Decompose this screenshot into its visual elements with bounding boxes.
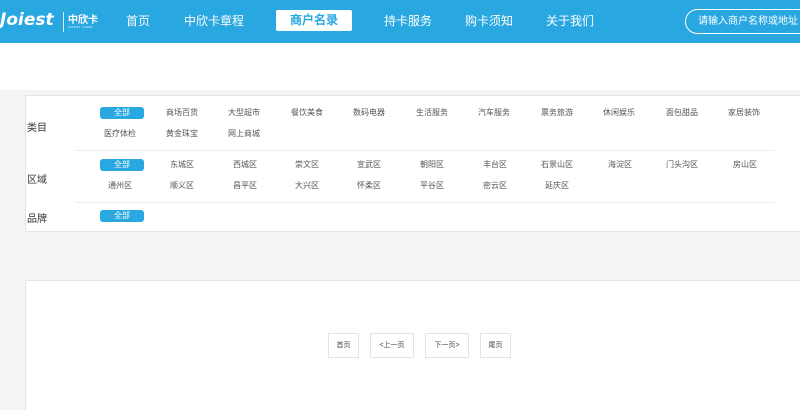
category-option[interactable]: 餐饮美食: [291, 107, 323, 119]
nav-purchase-notice[interactable]: 购卡须知: [465, 0, 513, 43]
logo-wordmark: Joiest: [0, 10, 54, 30]
district-option[interactable]: 平谷区: [420, 180, 444, 192]
category-option[interactable]: 面包甜品: [666, 107, 698, 119]
nav-home[interactable]: 首页: [126, 0, 150, 43]
district-option[interactable]: 崇文区: [295, 159, 319, 171]
category-option[interactable]: 汽车服务: [478, 107, 510, 119]
logo-english-name: JOIEST CARD: [68, 25, 93, 29]
district-option[interactable]: 通州区: [108, 180, 132, 192]
category-option-all[interactable]: 全部: [100, 107, 144, 119]
logo-chinese-name: 中欣卡: [68, 15, 98, 26]
district-option[interactable]: 大兴区: [295, 180, 319, 192]
category-option[interactable]: 家居装饰: [728, 107, 760, 119]
pagination-last-button[interactable]: 尾页: [480, 333, 511, 358]
category-label: 类目: [27, 123, 47, 134]
district-option[interactable]: 西城区: [233, 159, 257, 171]
logo-divider: [63, 12, 64, 32]
brand-option-all[interactable]: 全部: [100, 210, 144, 222]
district-label: 区域: [27, 175, 47, 186]
district-option[interactable]: 门头沟区: [666, 159, 698, 171]
pagination-prev-button[interactable]: <上一页: [370, 333, 414, 358]
district-option[interactable]: 顺义区: [170, 180, 194, 192]
pagination-next-button[interactable]: 下一页>: [425, 333, 469, 358]
district-option[interactable]: 宣武区: [357, 159, 381, 171]
category-option[interactable]: 票务旅游: [541, 107, 573, 119]
category-option[interactable]: 数码电器: [353, 107, 385, 119]
district-option[interactable]: 密云区: [483, 180, 507, 192]
nav-merchant-directory[interactable]: 商户名录: [276, 10, 353, 31]
district-option[interactable]: 昌平区: [233, 180, 257, 192]
row-divider: [75, 150, 775, 151]
district-option[interactable]: 东城区: [170, 159, 194, 171]
row-divider: [75, 202, 775, 203]
category-option[interactable]: 黄金珠宝: [166, 128, 198, 140]
category-option[interactable]: 大型超市: [228, 107, 260, 119]
brand-label: 品牌: [27, 214, 47, 225]
district-option[interactable]: 丰台区: [483, 159, 507, 171]
nav-card-charter[interactable]: 中欣卡章程: [184, 0, 244, 43]
nav-cardholder-service[interactable]: 持卡服务: [384, 0, 432, 43]
district-option-all[interactable]: 全部: [100, 159, 144, 171]
category-option[interactable]: 商场百货: [166, 107, 198, 119]
district-option[interactable]: 石景山区: [541, 159, 573, 171]
pagination-first-button[interactable]: 首页: [328, 333, 359, 358]
header-spacer: [0, 43, 800, 90]
district-option[interactable]: 怀柔区: [357, 180, 381, 192]
top-navigation-bar: Joiest 中欣卡 JOIEST CARD 首页 中欣卡章程 商户名录 持卡服…: [0, 0, 800, 43]
category-option[interactable]: 网上商城: [228, 128, 260, 140]
district-option[interactable]: 房山区: [733, 159, 757, 171]
district-option[interactable]: 海淀区: [608, 159, 632, 171]
category-option[interactable]: 生活服务: [416, 107, 448, 119]
district-option[interactable]: 延庆区: [545, 180, 569, 192]
category-option[interactable]: 医疗体检: [104, 128, 136, 140]
nav-about-us[interactable]: 关于我们: [546, 0, 594, 43]
search-input[interactable]: 请输入商户名称或地址: [685, 9, 800, 34]
district-option[interactable]: 朝阳区: [420, 159, 444, 171]
category-option[interactable]: 休闲娱乐: [603, 107, 635, 119]
